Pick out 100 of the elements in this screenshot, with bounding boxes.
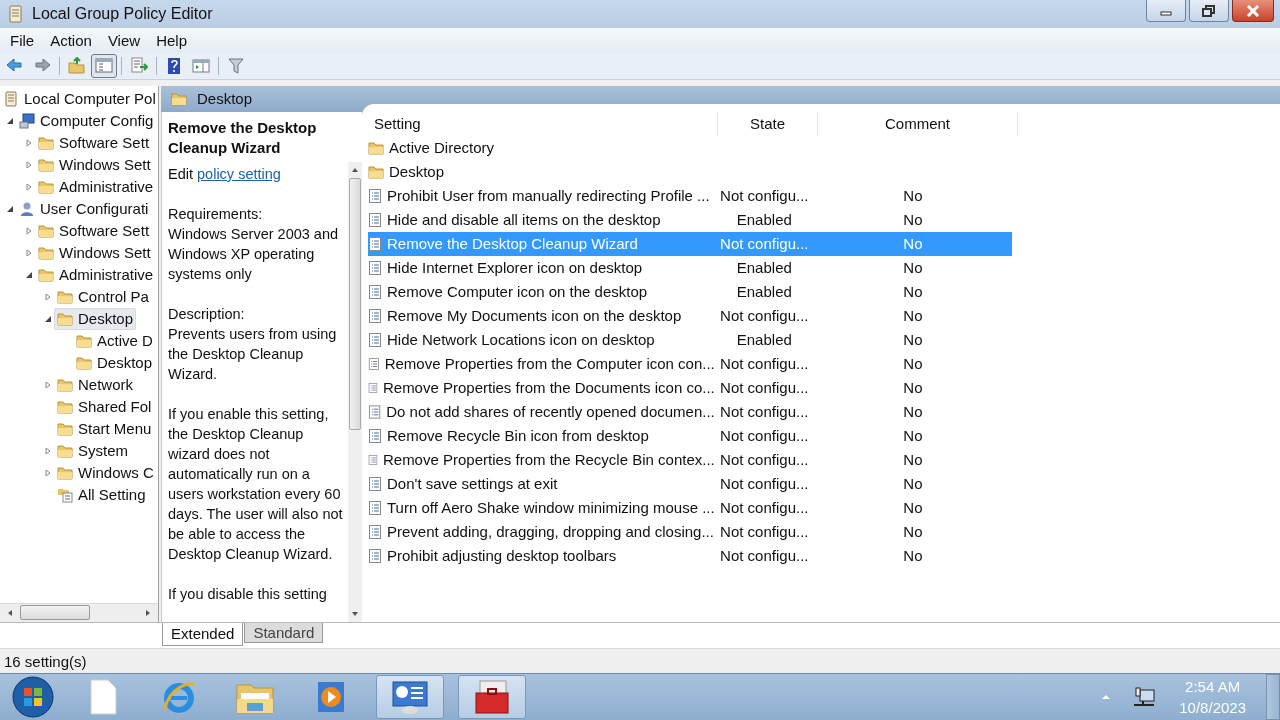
table-row[interactable]: Active Directory — [368, 135, 1012, 160]
tree-item[interactable]: Control Pa — [54, 285, 152, 308]
table-row[interactable]: Remove Properties from the Computer icon con... Not configu... No — [368, 351, 1012, 376]
column-header[interactable]: State — [718, 111, 818, 136]
view-tab[interactable]: Standard — [244, 622, 324, 643]
console-tree-button[interactable] — [91, 53, 117, 78]
setting-name: Remove Computer icon on the desktop — [387, 283, 648, 301]
menu-item[interactable]: File — [2, 31, 43, 49]
collapsed-arrow-icon[interactable] — [25, 248, 33, 257]
clock-time: 2:54 AM — [1185, 676, 1241, 697]
expanded-arrow-icon[interactable] — [6, 116, 14, 125]
collapsed-arrow-icon[interactable] — [44, 468, 52, 477]
state-value: Not configu... — [720, 547, 809, 565]
expanded-arrow-icon[interactable] — [25, 270, 33, 279]
policy-icon — [368, 283, 382, 300]
table-row[interactable]: Hide Internet Explorer icon on desktop Enabled No — [368, 255, 1012, 280]
state-value: Enabled — [736, 331, 792, 349]
state-value: Not configu... — [720, 475, 809, 493]
policy-icon — [368, 211, 382, 228]
restore-button[interactable] — [1189, 0, 1229, 22]
description-title: Remove the Desktop Cleanup Wizard — [167, 117, 318, 158]
tree-item[interactable]: Start Menu — [54, 417, 155, 440]
folder-icon — [368, 163, 384, 180]
policy-icon — [368, 331, 382, 348]
comment-value: No — [903, 307, 923, 325]
collapsed-arrow-icon[interactable] — [44, 446, 52, 455]
setting-name: Remove the Desktop Cleanup Wizard — [387, 235, 638, 253]
menu-item[interactable]: Help — [148, 31, 195, 49]
tree-item[interactable]: Desktop — [73, 351, 156, 374]
setting-name: Remove My Documents icon on the desktop — [387, 307, 682, 325]
edit-label: Edit — [168, 165, 193, 182]
tree-item[interactable]: Computer Config — [16, 109, 157, 132]
state-value: Enabled — [736, 283, 792, 301]
tree-item[interactable]: Network — [54, 373, 136, 396]
vertical-scrollbar[interactable] — [348, 161, 362, 622]
table-row[interactable]: Prohibit adjusting desktop toolbars Not configu... No — [368, 543, 1012, 568]
tree-item[interactable]: All Setting — [54, 483, 149, 506]
table-row[interactable]: Remove Computer icon on the desktop Enabled No — [368, 279, 1012, 304]
view-tab[interactable]: Extended — [162, 622, 244, 646]
tree-item[interactable]: Shared Fol — [54, 395, 155, 418]
table-row[interactable]: Desktop — [368, 159, 1012, 184]
table-row[interactable]: Prohibit User from manually redirecting Profile ... Not configu... No — [368, 183, 1012, 208]
table-row[interactable]: Hide and disable all items on the desktop Enabled No — [368, 207, 1012, 232]
tree-item[interactable]: Active D — [73, 329, 156, 352]
table-row[interactable]: Hide Network Locations icon on desktop Enabled No — [368, 327, 1012, 352]
tree-item[interactable]: Windows Sett — [35, 241, 154, 264]
policy-icon — [368, 427, 382, 444]
collapsed-arrow-icon[interactable] — [25, 160, 33, 169]
comment-value: No — [903, 259, 923, 277]
collapsed-arrow-icon[interactable] — [25, 182, 33, 191]
tree-item[interactable]: Windows C — [54, 461, 157, 484]
tree-item[interactable]: Software Sett — [35, 131, 153, 154]
tree-item[interactable]: User Configurati — [16, 197, 152, 220]
scrollbar-thumb[interactable] — [349, 177, 361, 430]
collapsed-arrow-icon[interactable] — [25, 138, 33, 147]
table-row[interactable]: Do not add shares of recently opened documen... Not configu... No — [368, 399, 1012, 424]
tree-item[interactable]: Local Computer Pol — [0, 87, 158, 110]
tree-item[interactable]: Administrative — [35, 175, 157, 198]
folder-icon — [368, 139, 384, 156]
table-row[interactable]: Prevent adding, dragging, dropping and closing... Not configu... No — [368, 519, 1012, 544]
collapsed-arrow-icon[interactable] — [44, 292, 52, 301]
horizontal-scrollbar[interactable] — [0, 602, 158, 622]
description-heading: Description: — [168, 304, 246, 324]
column-header[interactable]: Comment — [818, 111, 1018, 136]
description-text: If you enable this setting, the Desktop Cleanup wizard does not automatically run on a users workstation every 60 days. The user will also not be able to access the Desktop Cleanup Wizard. — [168, 404, 344, 564]
control-panel-button[interactable] — [376, 674, 444, 719]
tree-item[interactable]: System — [54, 439, 131, 462]
comment-value: No — [903, 235, 923, 253]
comment-value: No — [903, 355, 923, 373]
folder-icon — [76, 354, 92, 371]
collapsed-arrow-icon[interactable] — [44, 380, 52, 389]
state-value: Not configu... — [720, 379, 809, 397]
tree-item[interactable]: Desktop — [54, 307, 137, 330]
collapsed-arrow-icon[interactable] — [25, 226, 33, 235]
table-row[interactable]: Remove Properties from the Documents icon co... Not configu... No — [368, 375, 1012, 400]
expanded-arrow-icon[interactable] — [44, 314, 52, 323]
header-title: Desktop — [197, 90, 253, 108]
menu-item[interactable]: View — [99, 31, 149, 49]
policy-setting-link[interactable]: policy setting — [197, 165, 281, 182]
menu-item[interactable]: Action — [42, 31, 100, 49]
comment-value: No — [903, 403, 923, 421]
tree-item[interactable]: Software Sett — [35, 219, 153, 242]
table-row[interactable]: Remove Recycle Bin icon from desktop Not configu... No — [368, 423, 1012, 448]
table-row[interactable]: Don't save settings at exit Not configu... No — [368, 471, 1012, 496]
description-text: If you disable this setting — [168, 584, 328, 604]
show-desktop-button[interactable] — [1266, 673, 1280, 720]
close-button[interactable] — [1232, 0, 1274, 22]
close-icon — [1246, 4, 1260, 17]
show-pane-icon — [192, 56, 210, 75]
expanded-arrow-icon[interactable] — [6, 204, 14, 213]
scrollbar-thumb[interactable] — [20, 605, 90, 621]
tree-item[interactable]: Windows Sett — [35, 153, 154, 176]
tree-item[interactable]: Administrative — [35, 263, 157, 286]
toolbox-icon — [472, 678, 512, 715]
table-row[interactable]: Turn off Aero Shake window minimizing mouse ... Not configu... No — [368, 495, 1012, 520]
toolbox-button[interactable] — [458, 674, 526, 719]
table-row[interactable]: Remove Properties from the Recycle Bin contex... Not configu... No — [368, 447, 1012, 472]
column-header[interactable]: Setting — [368, 111, 718, 136]
folder-icon — [57, 464, 73, 481]
table-row[interactable]: Remove My Documents icon on the desktop Not configu... No — [368, 303, 1012, 328]
